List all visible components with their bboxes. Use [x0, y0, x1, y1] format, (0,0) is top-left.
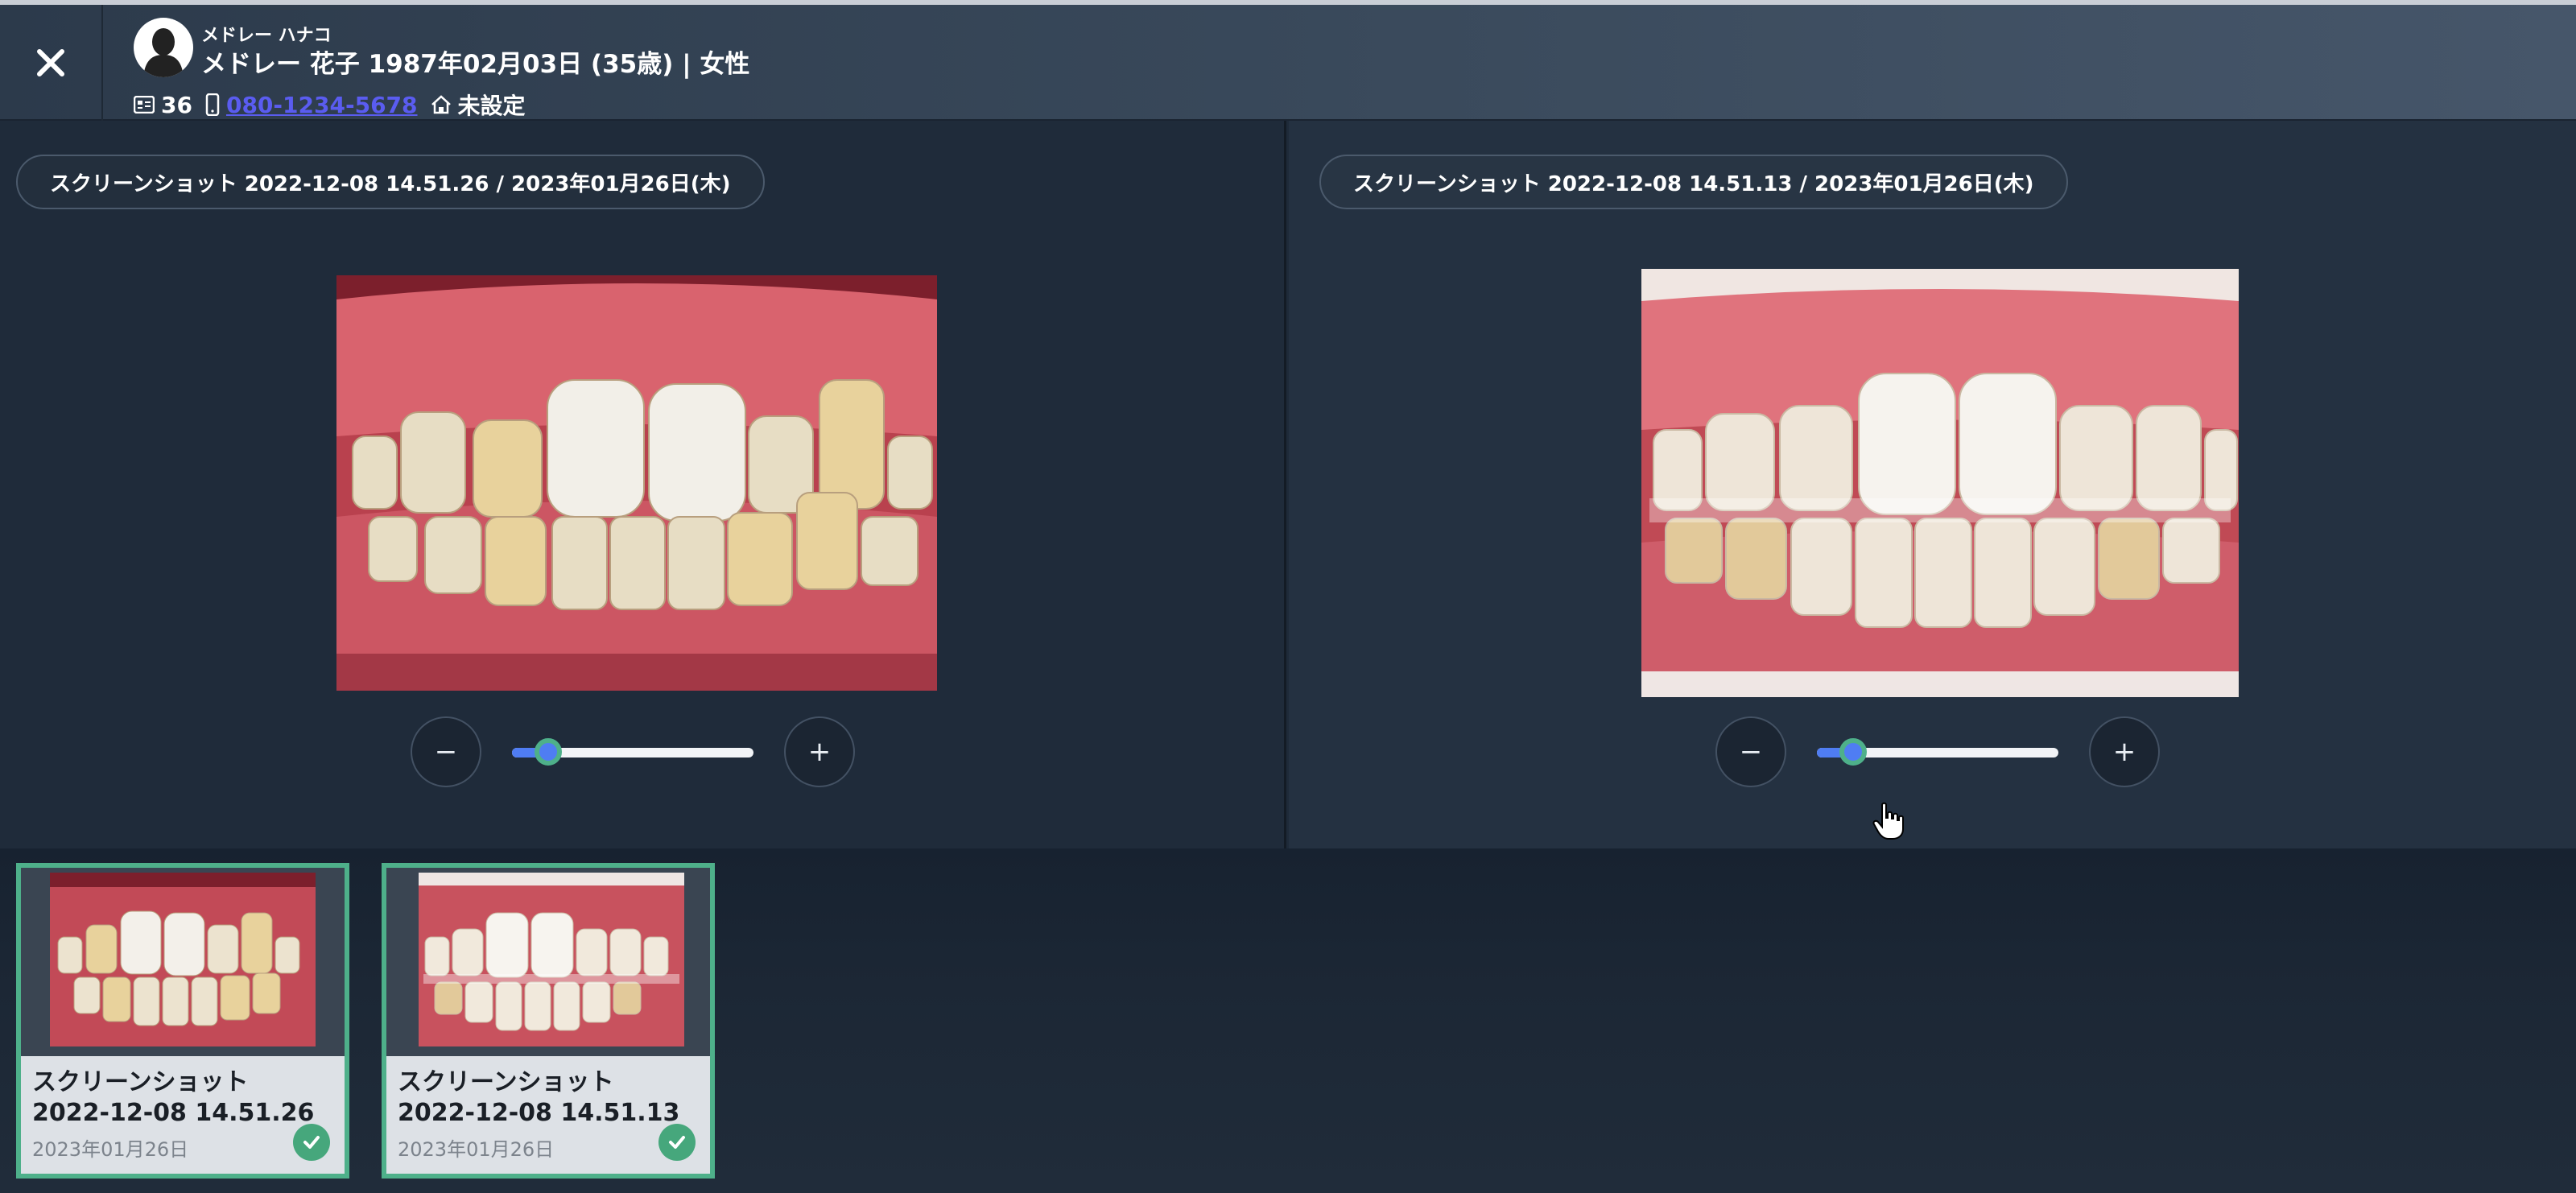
address-value: 未設定	[457, 93, 526, 119]
phone-number-link[interactable]: 080-1234-5678	[226, 92, 418, 118]
thumbnail-photo	[50, 873, 316, 1046]
selected-check-icon	[658, 1124, 696, 1161]
slider-thumb[interactable]	[1839, 738, 1867, 766]
dental-photo[interactable]	[1641, 269, 2239, 697]
thumbnail-caption: スクリーンショット 2022-12-08 14.51.13 2023年01月26…	[386, 1056, 710, 1174]
zoom-controls: − +	[1715, 715, 2160, 789]
patient-info-line: 36 080-1234-5678 未設定	[134, 89, 539, 121]
patient-header: メドレー ハナコ メドレー 花子 1987年02月03日 (35歳) | 女性 …	[0, 0, 2576, 121]
thumbnail-caption: スクリーンショット 2022-12-08 14.51.26 2023年01月26…	[21, 1056, 345, 1174]
phone-icon	[205, 93, 220, 116]
close-button[interactable]	[0, 5, 103, 121]
selected-check-icon	[293, 1124, 330, 1161]
zoom-in-button[interactable]: +	[784, 716, 855, 787]
thumbnail-card[interactable]: スクリーンショット 2022-12-08 14.51.13 2023年01月26…	[382, 863, 715, 1179]
thumbnail-name: スクリーンショット 2022-12-08 14.51.26	[32, 1068, 315, 1127]
user-silhouette-icon	[143, 28, 184, 77]
slider-thumb[interactable]	[535, 738, 562, 766]
zoom-out-button[interactable]: −	[411, 716, 481, 787]
zoom-out-button[interactable]: −	[1715, 716, 1786, 787]
zoom-slider[interactable]	[512, 738, 753, 766]
zoom-in-button[interactable]: +	[2089, 716, 2160, 787]
thumbnail-card[interactable]: スクリーンショット 2022-12-08 14.51.26 2023年01月26…	[16, 863, 349, 1179]
image-title-chip: スクリーンショット 2022-12-08 14.51.13 / 2023年01月…	[1319, 155, 2068, 209]
patient-id: 36	[161, 91, 192, 118]
hand-pointer-cursor-icon	[1872, 802, 1905, 844]
zoom-controls: − +	[411, 715, 855, 789]
compare-panel-right: スクリーンショット 2022-12-08 14.51.13 / 2023年01月…	[1289, 121, 2576, 848]
thumbnail-date: 2023年01月26日	[32, 1138, 189, 1161]
close-icon	[37, 49, 64, 76]
thumbnail-name: スクリーンショット 2022-12-08 14.51.13	[398, 1068, 680, 1127]
thumbnail-strip: スクリーンショット 2022-12-08 14.51.26 2023年01月26…	[0, 848, 2576, 1193]
thumbnail-photo	[419, 873, 684, 1046]
patient-name-line: メドレー 花子 1987年02月03日 (35歳) | 女性	[201, 50, 750, 79]
compare-panel-left: スクリーンショット 2022-12-08 14.51.26 / 2023年01月…	[0, 121, 1286, 848]
dental-photo[interactable]	[336, 275, 937, 691]
thumbnail-date: 2023年01月26日	[398, 1138, 555, 1161]
id-card-icon	[134, 96, 155, 114]
image-title-chip: スクリーンショット 2022-12-08 14.51.26 / 2023年01月…	[16, 155, 765, 209]
home-icon	[431, 95, 452, 114]
avatar	[134, 18, 193, 77]
zoom-slider[interactable]	[1817, 738, 2058, 766]
